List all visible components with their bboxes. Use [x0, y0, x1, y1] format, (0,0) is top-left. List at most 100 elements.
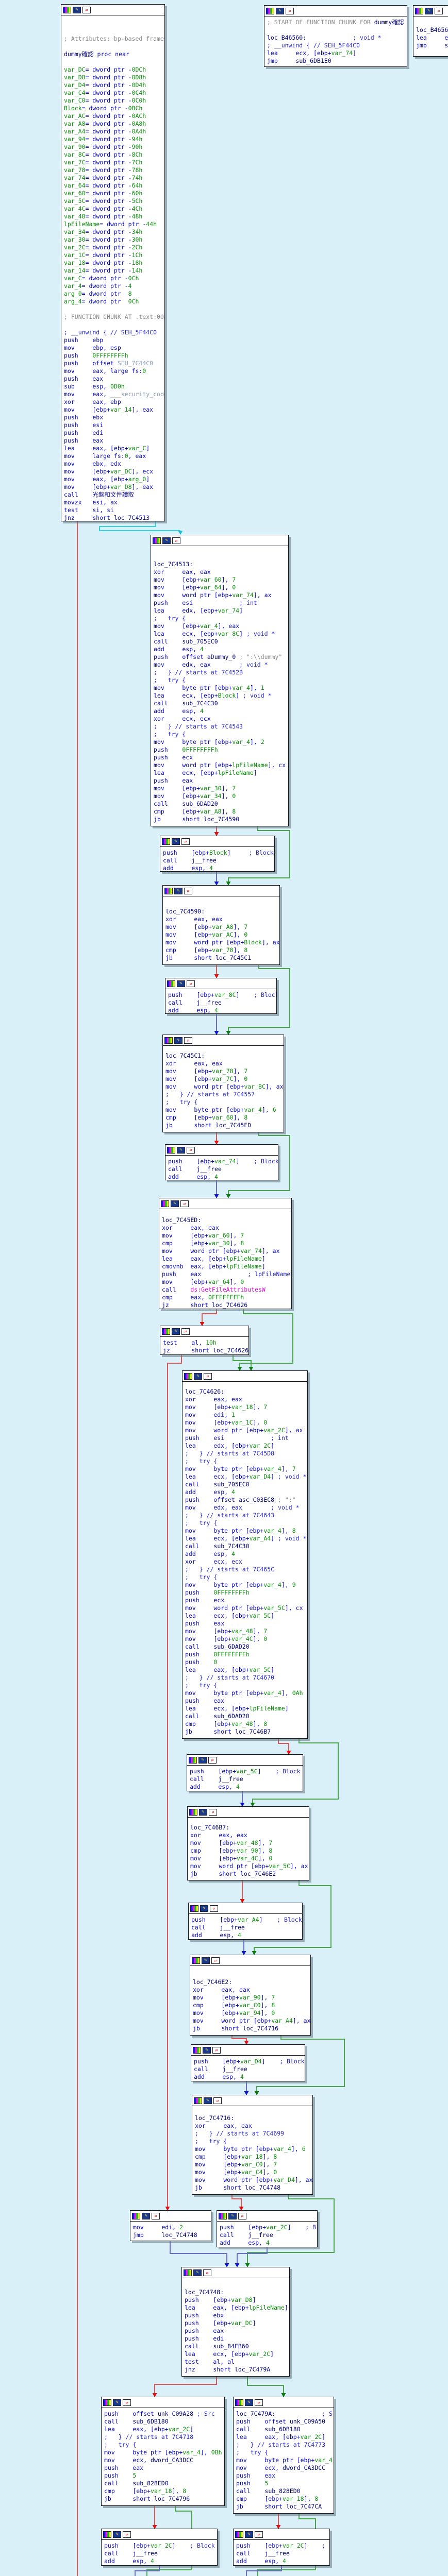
trace-icon[interactable]: ⇄ [184, 888, 192, 894]
palette-icon[interactable] [189, 1757, 197, 1764]
palette-icon[interactable] [415, 8, 423, 14]
palette-icon[interactable] [162, 838, 170, 845]
palette-icon[interactable] [266, 8, 274, 14]
edit-icon[interactable]: ✎ [171, 1200, 179, 1207]
basic-block-free-var_8C[interactable]: ✎⇄push [ebp+var_8C] ; Blockcall j__freea… [165, 978, 277, 1014]
trace-icon[interactable]: ⇄ [184, 1037, 192, 1044]
edit-icon[interactable]: ✎ [172, 838, 180, 845]
trace-icon[interactable]: ⇄ [255, 2531, 263, 2538]
edit-icon[interactable]: ✎ [199, 1809, 207, 1816]
basic-block-chunk-B46560[interactable]: ✎⇄; START OF FUNCTION CHUNK FOR dummy確認l… [264, 5, 407, 67]
trace-icon[interactable]: ⇄ [211, 1957, 220, 1964]
basic-block-set-edi-2[interactable]: ✎⇄mov edi, 2jmp loc_7C4748 [130, 2210, 211, 2241]
edit-icon[interactable]: ✎ [174, 1037, 182, 1044]
trace-icon[interactable]: ⇄ [209, 1809, 217, 1816]
edit-icon[interactable]: ✎ [177, 980, 185, 987]
edit-icon[interactable]: ✎ [162, 537, 171, 544]
basic-block-free-var_2C-b[interactable]: ✎⇄push [ebp+var_2C] ; Blockcall j__freea… [101, 2529, 218, 2566]
trace-icon[interactable]: ⇄ [286, 8, 294, 14]
trace-icon[interactable]: ⇄ [172, 537, 180, 544]
palette-icon[interactable] [235, 2399, 243, 2406]
palette-icon[interactable] [63, 7, 71, 13]
palette-icon[interactable] [184, 1373, 192, 1380]
basic-block-loc_7C4748[interactable]: ✎⇄loc_7C4748:push [ebp+var_D8]lea eax, [… [181, 2267, 290, 2377]
edit-icon[interactable]: ✎ [200, 1905, 208, 1912]
edit-icon[interactable]: ✎ [245, 2399, 253, 2406]
trace-icon[interactable]: ⇄ [435, 8, 443, 14]
basic-block-loc_7C4590[interactable]: ✎⇄loc_7C4590:xor eax, eaxmov [ebp+var_A8… [162, 885, 280, 965]
edit-icon[interactable]: ✎ [113, 2399, 121, 2406]
basic-block-attr-test[interactable]: ✎⇄test al, 10hjz short loc_7C4626 [160, 1326, 249, 1355]
graph-canvas[interactable]: ✎⇄; Attributes: bp-based framedummy確認 pr… [0, 0, 448, 2576]
palette-icon[interactable] [164, 888, 173, 894]
palette-icon[interactable] [153, 537, 161, 544]
palette-icon[interactable] [219, 2213, 227, 2219]
edit-icon[interactable]: ✎ [228, 2213, 237, 2219]
edit-icon[interactable]: ✎ [276, 8, 284, 14]
basic-block-loc_7C4513[interactable]: ✎⇄loc_7C4513:xor eax, eaxmov [ebp+var_60… [151, 535, 289, 826]
edit-icon[interactable]: ✎ [174, 888, 182, 894]
palette-icon[interactable] [103, 2531, 111, 2538]
palette-icon[interactable] [189, 1809, 197, 1816]
basic-block-free-Block[interactable]: ✎⇄push [ebp+Block] ; Blockcall j__freead… [160, 836, 275, 872]
edit-icon[interactable]: ✎ [177, 1147, 185, 1154]
basic-block-loc_7C46B7[interactable]: ✎⇄loc_7C46B7:xor eax, eaxmov [ebp+var_48… [187, 1806, 309, 1880]
palette-icon[interactable] [162, 1328, 170, 1335]
basic-block-func-header[interactable]: ✎⇄; Attributes: bp-based framedummy確認 pr… [61, 4, 165, 521]
basic-block-free-var_2C-c[interactable]: ✎⇄push [ebp+var_2C] ; Blockcall j__freea… [233, 2529, 330, 2566]
edit-icon[interactable]: ✎ [202, 1957, 210, 1964]
palette-icon[interactable] [193, 2047, 201, 2054]
trace-icon[interactable]: ⇄ [82, 7, 91, 13]
basic-block-loc_7C45ED[interactable]: ✎⇄loc_7C45ED:xor eax, eaxmov [ebp+var_60… [159, 1198, 292, 1309]
edit-icon[interactable]: ✎ [425, 8, 433, 14]
edit-icon[interactable]: ✎ [204, 2097, 212, 2104]
trace-icon[interactable]: ⇄ [203, 2269, 211, 2276]
palette-icon[interactable] [194, 2097, 202, 2104]
edit-icon[interactable]: ✎ [142, 2213, 150, 2219]
basic-block-free-var_5C[interactable]: ✎⇄push [ebp+var_5C] ; Blockcall j__freea… [187, 1754, 303, 1791]
edit-icon[interactable]: ✎ [245, 2531, 253, 2538]
palette-icon[interactable] [235, 2531, 243, 2538]
basic-block-loc_7C479A[interactable]: ✎⇄loc_7C479A: ; Srcpush offset unk_C09A5… [233, 2397, 334, 2514]
edit-icon[interactable]: ✎ [113, 2531, 121, 2538]
palette-icon[interactable] [192, 1957, 200, 1964]
edit-icon[interactable]: ✎ [73, 7, 81, 13]
basic-block-loc_7C4716[interactable]: ✎⇄loc_7C4716:xor eax, eax; } // starts a… [192, 2095, 313, 2195]
trace-icon[interactable]: ⇄ [180, 1200, 189, 1207]
trace-icon[interactable]: ⇄ [152, 2213, 160, 2219]
trace-icon[interactable]: ⇄ [181, 1328, 190, 1335]
basic-block-loc_7C45C1[interactable]: ✎⇄loc_7C45C1:xor eax, eaxmov [ebp+var_78… [162, 1035, 284, 1132]
palette-icon[interactable] [167, 980, 175, 987]
palette-icon[interactable] [184, 2269, 192, 2276]
basic-block-loc_7C4626[interactable]: ✎⇄loc_7C4626:xor eax, eaxmov [ebp+var_18… [182, 1370, 308, 1739]
trace-icon[interactable]: ⇄ [181, 838, 190, 845]
trace-icon[interactable]: ⇄ [255, 2399, 263, 2406]
basic-block-free-var_A4[interactable]: ✎⇄push [ebp+var_A4] ; Blockcall j__freea… [188, 1903, 303, 1940]
edit-icon[interactable]: ✎ [203, 2047, 211, 2054]
trace-icon[interactable]: ⇄ [187, 1147, 195, 1154]
trace-icon[interactable]: ⇄ [187, 980, 195, 987]
edit-icon[interactable]: ✎ [194, 1373, 202, 1380]
palette-icon[interactable] [103, 2399, 111, 2406]
basic-block-loc_7C46E2[interactable]: ✎⇄loc_7C46E2:xor eax, eaxmov [ebp+var_90… [190, 1955, 311, 2036]
trace-icon[interactable]: ⇄ [210, 1905, 218, 1912]
trace-icon[interactable]: ⇄ [123, 2531, 131, 2538]
palette-icon[interactable] [190, 1905, 198, 1912]
basic-block-free-var_D4[interactable]: ✎⇄push [ebp+var_D4] ; Blockcall j__freea… [191, 2044, 305, 2081]
trace-icon[interactable]: ⇄ [212, 2047, 221, 2054]
basic-block-branch-src-a[interactable]: ✎⇄push offset unk_C09A28 ; Srccall sub_6… [101, 2397, 225, 2506]
palette-icon[interactable] [132, 2213, 140, 2219]
palette-icon[interactable] [164, 1037, 173, 1044]
edit-icon[interactable]: ✎ [198, 1757, 207, 1764]
edit-icon[interactable]: ✎ [193, 2269, 202, 2276]
basic-block-free-var_74[interactable]: ✎⇄push [ebp+var_74] ; Blockcall j__freea… [165, 1144, 278, 1180]
trace-icon[interactable]: ⇄ [213, 2097, 222, 2104]
palette-icon[interactable] [167, 1147, 175, 1154]
basic-block-free-var_2C-a[interactable]: ✎⇄push [ebp+var_2C] ; Blockcall j__freea… [217, 2210, 318, 2247]
trace-icon[interactable]: ⇄ [123, 2399, 131, 2406]
trace-icon[interactable]: ⇄ [204, 1373, 212, 1380]
trace-icon[interactable]: ⇄ [238, 2213, 246, 2219]
edit-icon[interactable]: ✎ [172, 1328, 180, 1335]
basic-block-chunk-B46568[interactable]: ✎⇄loc_B46568:lea ecx, [ebp+var_74]jmp su… [413, 5, 448, 57]
palette-icon[interactable] [161, 1200, 169, 1207]
